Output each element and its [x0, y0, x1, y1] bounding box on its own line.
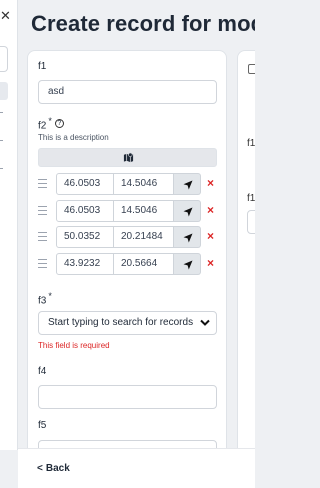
location-arrow-icon [183, 207, 193, 216]
locate-button[interactable] [174, 226, 201, 248]
back-button[interactable]: < Back [37, 463, 70, 474]
coordinate-row: 43.9232 20.5664 × [38, 252, 219, 275]
open-map-button[interactable] [38, 148, 217, 167]
locate-button[interactable] [174, 252, 201, 275]
coordinate-row: 50.0352 20.21484 × [38, 226, 219, 248]
side-field-label: f10 [247, 138, 255, 149]
remove-coordinate-button[interactable]: × [207, 229, 214, 243]
page-title: Create record for module [31, 11, 255, 36]
side-checkbox[interactable] [248, 64, 255, 74]
drag-handle-icon[interactable] [38, 232, 47, 244]
f3-label-text: f3 [38, 295, 47, 307]
f3-error-message: This field is required [38, 341, 110, 350]
close-icon[interactable]: ✕ [0, 8, 11, 24]
map-icon [123, 152, 134, 163]
location-arrow-icon [183, 260, 193, 269]
sidebar-marker [0, 140, 3, 141]
f2-label-text: f2 [38, 120, 47, 132]
longitude-input[interactable]: 20.5664 [114, 252, 174, 275]
question-circle-icon[interactable]: ? [54, 119, 64, 129]
drag-handle-icon[interactable] [38, 205, 47, 218]
longitude-input[interactable]: 20.21484 [114, 226, 174, 248]
sidebar: ✕ [0, 0, 18, 450]
page: ✕ Create record for module f10 f11 f1 as… [0, 0, 255, 488]
latitude-input[interactable]: 46.0503 [56, 173, 114, 195]
field-label-f4: f4 [38, 366, 47, 377]
back-label: Back [45, 463, 70, 474]
field-description: This is a description [38, 133, 109, 142]
required-mark: * [48, 291, 52, 301]
location-arrow-icon [183, 233, 193, 243]
drag-handle-icon[interactable] [38, 258, 47, 271]
coordinate-row: 46.0503 14.5046 × [38, 173, 219, 195]
locate-button[interactable] [174, 173, 201, 195]
locate-button[interactable] [174, 199, 201, 222]
side-field-input[interactable] [247, 210, 255, 234]
sidebar-search-input[interactable] [0, 46, 8, 72]
sidebar-marker [0, 112, 3, 113]
side-card: f10 f11 [237, 50, 255, 470]
field-label-f2: f2 *? [38, 116, 64, 131]
drag-handle-icon[interactable] [38, 179, 47, 191]
longitude-input[interactable]: 14.5046 [114, 199, 174, 222]
required-mark: * [48, 116, 52, 126]
remove-coordinate-button[interactable]: × [207, 256, 214, 270]
latitude-input[interactable]: 43.9232 [56, 252, 114, 275]
side-field-label: f11 [247, 193, 255, 204]
field-label-f1: f1 [38, 61, 47, 72]
field-label-f5: f5 [38, 420, 47, 431]
sidebar-item-active[interactable] [0, 82, 8, 100]
coordinate-row: 46.0503 14.5046 × [38, 199, 219, 222]
footer-bar: < Back [18, 448, 255, 488]
latitude-input[interactable]: 50.0352 [56, 226, 114, 248]
field-label-f3: f3 * [38, 291, 52, 306]
location-arrow-icon [183, 180, 193, 190]
f3-placeholder: Start typing to search for records [48, 317, 194, 328]
f1-input[interactable]: asd [38, 80, 217, 104]
remove-coordinate-button[interactable]: × [207, 176, 214, 190]
longitude-input[interactable]: 14.5046 [114, 173, 174, 195]
chevron-left-icon: < [37, 463, 43, 474]
chevron-down-icon [200, 319, 210, 326]
f4-input[interactable] [38, 385, 217, 409]
remove-coordinate-button[interactable]: × [207, 203, 214, 217]
f3-record-select[interactable]: Start typing to search for records [38, 311, 217, 335]
latitude-input[interactable]: 46.0503 [56, 199, 114, 222]
sidebar-marker [0, 168, 3, 169]
